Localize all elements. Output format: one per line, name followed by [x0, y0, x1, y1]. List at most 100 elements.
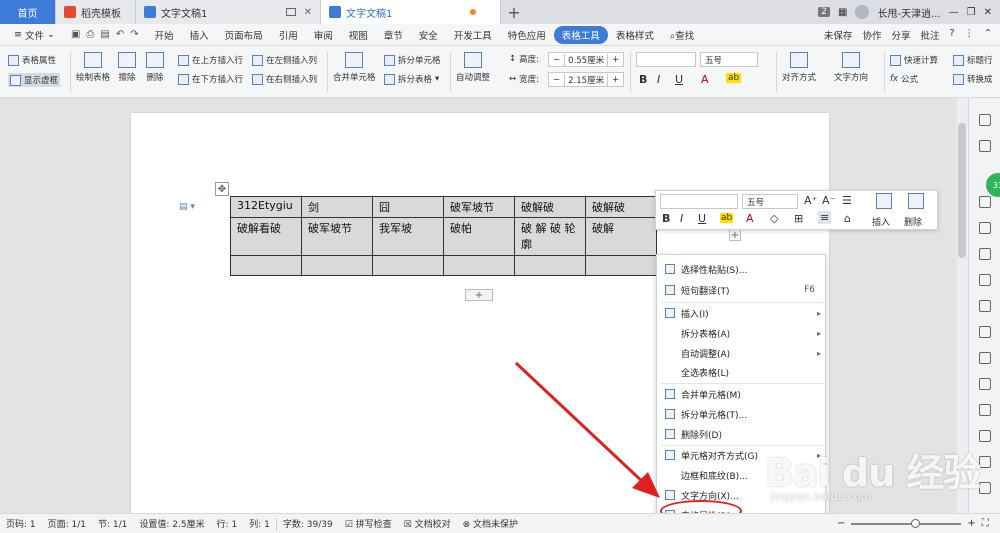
table-cell[interactable]: 我军坡 [372, 217, 444, 256]
table-cell[interactable] [443, 255, 515, 276]
menu-file[interactable]: ≡ 文件 ⌄ [6, 28, 63, 42]
save-icon[interactable]: ▣ [71, 29, 80, 40]
split-cell-button[interactable]: 拆分单元格 [384, 54, 441, 66]
scroll-thumb[interactable] [958, 123, 966, 258]
ctx-insert[interactable]: 插入(I) ▸ [657, 303, 827, 323]
shrink-font-icon[interactable]: A⁻ [822, 194, 835, 207]
italic-icon[interactable]: I [657, 73, 660, 86]
mini-italic-icon[interactable]: I [680, 212, 683, 225]
user-name[interactable]: 长甩-天津逍... [877, 5, 940, 20]
menu-search[interactable]: ⌕查找 [662, 28, 702, 42]
tab-doc1[interactable]: 文字文稿1 ✕ [136, 0, 321, 24]
underline-icon[interactable]: U [675, 73, 683, 86]
table-cell[interactable]: 312Etygiu [230, 196, 302, 218]
collapse-ribbon-icon[interactable]: ⌃ [984, 28, 992, 42]
close-icon[interactable]: ✕ [304, 7, 312, 18]
minus-button[interactable]: − [549, 75, 564, 85]
mini-font-color-icon[interactable]: A [746, 212, 754, 225]
table-cell[interactable] [230, 255, 302, 276]
mini-align-icon[interactable]: ≡ [818, 211, 832, 224]
bold-icon[interactable]: B [639, 73, 647, 86]
mini-border-icon[interactable]: ⊞ [794, 212, 803, 225]
mini-clear-icon[interactable]: ⌂ [844, 212, 851, 225]
height-input[interactable]: 0.55厘米 [564, 53, 609, 66]
undo-icon[interactable]: ↶ [116, 29, 124, 40]
chart-icon[interactable] [979, 274, 991, 286]
mini-font-size-select[interactable]: 五号 [742, 194, 798, 209]
share-button[interactable]: 分享 [891, 28, 910, 42]
ctx-merge-cells[interactable]: 合并单元格(M) [657, 384, 827, 404]
insert-row-below-button[interactable]: 在下方插入行 [178, 73, 243, 85]
restore-icon[interactable]: ❐ [967, 7, 976, 18]
show-grid-button[interactable]: 显示虚框 [8, 73, 61, 87]
formula-button[interactable]: fx 公式 [890, 73, 918, 85]
ctx-translate[interactable]: 短句翻译(T) F6 [657, 280, 827, 300]
camera-icon[interactable] [979, 378, 991, 390]
menu-insert[interactable]: 插入 [182, 28, 217, 42]
table-move-handle-icon[interactable]: ✥ [215, 182, 229, 196]
print-icon[interactable]: ▤ [100, 29, 109, 40]
avatar[interactable] [855, 5, 870, 19]
tab-home[interactable]: 首页 [0, 0, 56, 24]
add-column-button[interactable]: + [729, 229, 741, 241]
font-size-select[interactable]: 五号 [700, 52, 758, 67]
zoom-slider-knob[interactable] [911, 518, 921, 528]
menu-review[interactable]: 审阅 [306, 28, 341, 42]
mini-delete-button[interactable]: 删除 [904, 215, 922, 228]
close-window-icon[interactable]: ✕ [984, 7, 992, 18]
font-name-select[interactable] [636, 52, 696, 67]
menu-security[interactable]: 安全 [411, 28, 446, 42]
unsaved-button[interactable]: 未保存 [824, 28, 853, 42]
delete-button[interactable]: 删除 [146, 52, 164, 83]
table-cell[interactable]: 破军坡节 [443, 196, 515, 218]
new-tab-button[interactable]: + [501, 0, 527, 24]
insert-row-above-button[interactable]: 在上方插入行 [178, 54, 243, 66]
ctx-paste-special[interactable]: 选择性粘贴(S)... [657, 259, 827, 279]
ctx-split-table[interactable]: 拆分表格(A) ▸ [657, 323, 827, 343]
table-cell[interactable] [372, 255, 444, 276]
table-cell[interactable]: 破帕 [443, 217, 515, 256]
mini-fill-icon[interactable]: ◇ [770, 212, 778, 225]
table-cell[interactable]: 破解看破 [230, 217, 302, 256]
ctx-autofit[interactable]: 自动调整(A) ▸ [657, 343, 827, 363]
zoom-out-button[interactable]: − [837, 518, 845, 529]
erase-button[interactable]: 擦除 [118, 52, 136, 83]
zoom-in-button[interactable]: + [967, 518, 975, 529]
status-spellcheck[interactable]: ☑ 拼写检查 [339, 517, 398, 530]
table-props-button[interactable]: 表格属性 [8, 54, 56, 66]
table-cell[interactable]: 破军坡节 [301, 217, 373, 256]
draw-table-button[interactable]: 绘制表格 [76, 52, 110, 83]
panel-icon[interactable] [979, 482, 991, 494]
minus-button[interactable]: − [549, 55, 564, 65]
mini-font-name-select[interactable] [660, 194, 738, 209]
grow-font-icon[interactable]: A⁺ [804, 194, 817, 207]
redo-icon[interactable]: ↷ [130, 29, 138, 40]
pointer-icon[interactable] [979, 114, 991, 126]
status-wordcount[interactable]: 字数: 39/39 [277, 517, 339, 530]
ctx-split-cell[interactable]: 拆分单元格(T)... [657, 404, 827, 424]
menu-references[interactable]: 引用 [271, 28, 306, 42]
menu-page-layout[interactable]: 页面布局 [217, 28, 271, 42]
tab-doc1-active[interactable]: 文字文稿1 [321, 0, 501, 24]
fit-page-icon[interactable]: ⛶ [982, 518, 989, 529]
clipboard-icon[interactable] [979, 352, 991, 364]
height-stepper[interactable]: −0.55厘米 + [548, 52, 625, 67]
menu-table-tools[interactable]: 表格工具 [553, 25, 608, 44]
minimize-icon[interactable]: — [949, 7, 959, 18]
convert-button[interactable]: 转换成 [953, 73, 993, 85]
status-protect[interactable]: ⊗ 文档未保护 [457, 517, 524, 530]
ctx-delete-column[interactable]: 删除列(D) [657, 424, 827, 444]
box-icon[interactable] [979, 404, 991, 416]
mini-highlight-icon[interactable]: ab [720, 213, 734, 223]
layers-icon[interactable] [979, 248, 991, 260]
merge-cells-button[interactable]: 合并单元格 [333, 52, 376, 83]
table-cell[interactable]: 破解破 [585, 196, 657, 218]
table-cell[interactable]: 破解破 [514, 196, 586, 218]
image-icon[interactable] [979, 326, 991, 338]
font-color-icon[interactable]: A [701, 73, 709, 86]
location-icon[interactable] [979, 140, 991, 152]
settings-icon[interactable] [979, 430, 991, 442]
tab-docer[interactable]: 稻壳模板 [56, 0, 136, 24]
table-cell[interactable]: 破解 [585, 217, 657, 256]
text-direction-button[interactable]: 文字方向 [834, 52, 868, 83]
